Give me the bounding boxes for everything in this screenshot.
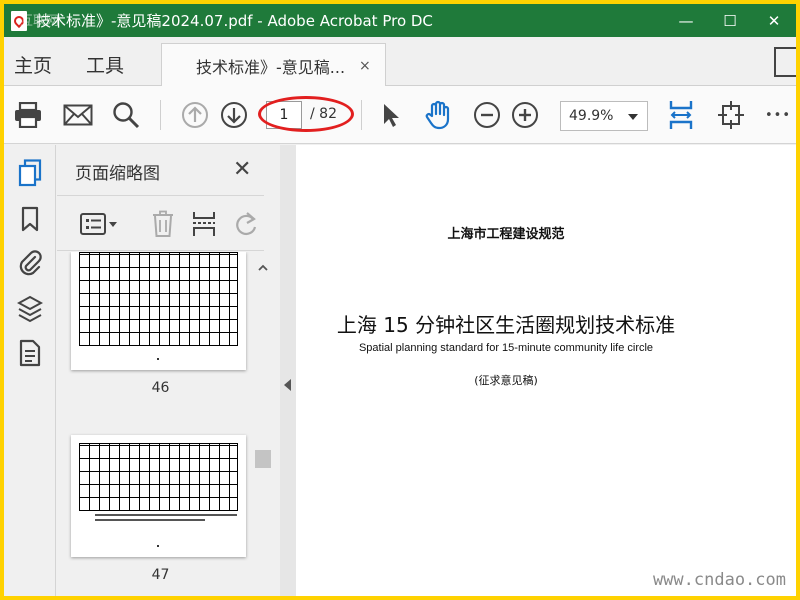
document-tab[interactable]: 技术标准》-意见稿... × <box>161 43 386 87</box>
left-rail <box>4 145 56 596</box>
title-bar: 互联网 技术标准》-意见稿2024.07.pdf - Adobe Acrobat… <box>4 4 796 37</box>
thumbnail-dot <box>157 545 159 547</box>
chevron-down-icon <box>628 114 638 120</box>
zoom-in-icon[interactable] <box>510 100 540 130</box>
zoom-level-select[interactable]: 49.9% <box>560 101 648 131</box>
nav-tools[interactable]: 工具 <box>86 51 124 78</box>
panel-title: 页面缩略图 <box>75 164 160 184</box>
toolbar-separator <box>160 100 161 130</box>
app-window: 互联网 技术标准》-意见稿2024.07.pdf - Adobe Acrobat… <box>0 0 800 600</box>
bookmarks-icon[interactable] <box>16 205 44 233</box>
document-view[interactable]: 上海市工程建设规范 上海 15 分钟社区生活圈规划技术标准 Spatial pl… <box>296 145 796 596</box>
rotate-page-icon[interactable] <box>716 100 746 130</box>
minimize-button[interactable]: — <box>664 4 708 37</box>
thumbnail-options-icon[interactable] <box>79 212 119 240</box>
main-toolbar: 1 / 82 49.9% ••• <box>4 86 796 144</box>
thumbnail-page-label: 47 <box>151 567 170 583</box>
thumbnail-text-line <box>95 519 205 521</box>
thumbnail-page-47[interactable] <box>71 435 246 557</box>
thumbnail-list: 46 47 <box>57 252 264 596</box>
toolbar-separator <box>361 100 362 130</box>
thumbnail-table <box>79 443 238 511</box>
corner-watermark: 互联网 <box>20 14 60 29</box>
scroll-up-icon[interactable] <box>257 262 269 274</box>
print-icon[interactable] <box>12 100 44 130</box>
help-icon[interactable] <box>774 47 796 77</box>
close-panel-icon[interactable]: ✕ <box>233 157 251 182</box>
close-tab-icon[interactable]: × <box>359 58 371 74</box>
previous-page-icon[interactable] <box>180 100 210 130</box>
document-title: 上海 15 分钟社区生活圈规划技术标准 <box>336 313 676 337</box>
attachments-icon[interactable] <box>16 249 44 277</box>
nav-home[interactable]: 主页 <box>14 51 52 78</box>
fit-page-icon[interactable] <box>666 100 696 130</box>
next-page-icon[interactable] <box>219 100 249 130</box>
annotation-circle <box>258 96 354 132</box>
select-tool-icon[interactable] <box>376 100 406 130</box>
close-window-button[interactable]: ✕ <box>752 4 796 37</box>
document-header: 上海市工程建设规范 <box>447 227 565 242</box>
hand-tool-icon[interactable] <box>422 100 454 130</box>
maximize-button[interactable]: ☐ <box>708 4 752 37</box>
document-note: (征求意见稿) <box>474 374 538 387</box>
zoom-out-icon[interactable] <box>472 100 502 130</box>
document-tab-label: 技术标准》-意见稿... <box>196 57 346 77</box>
window-title: 技术标准》-意见稿2024.07.pdf - Adobe Acrobat Pro… <box>36 12 433 30</box>
thumbnail-dot <box>157 358 159 360</box>
email-icon[interactable] <box>62 100 94 130</box>
page-thumbnails-icon[interactable] <box>16 159 44 187</box>
more-tools-icon[interactable]: ••• <box>764 100 792 130</box>
thumbnail-scrollbar[interactable] <box>252 254 274 596</box>
site-watermark: www.cndao.com <box>652 570 786 590</box>
thumbnail-text-line <box>95 514 237 516</box>
search-icon[interactable] <box>110 100 142 130</box>
content-icon[interactable] <box>16 339 44 367</box>
tab-bar: 主页 工具 技术标准》-意见稿... × <box>4 37 796 87</box>
document-subtitle: Spatial planning standard for 15-minute … <box>358 342 654 354</box>
zoom-level-value: 49.9% <box>569 108 614 124</box>
scrollbar-thumb[interactable] <box>255 450 271 468</box>
layers-icon[interactable] <box>16 295 44 323</box>
